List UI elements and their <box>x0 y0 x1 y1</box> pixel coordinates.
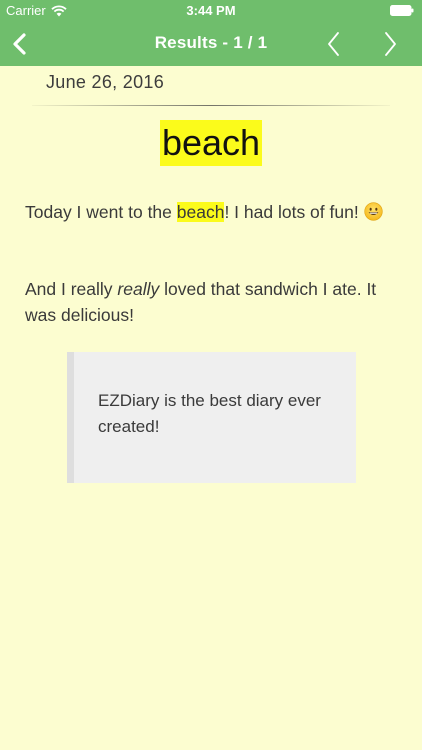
quote-text: EZDiary is the best diary ever created! <box>98 391 321 436</box>
navigation-bar: Results - 1 / 1 <box>0 22 422 66</box>
blockquote: EZDiary is the best diary ever created! <box>67 352 356 483</box>
paragraph-text: And I really <box>25 279 118 299</box>
status-time: 3:44 PM <box>186 3 236 18</box>
next-result-button[interactable] <box>372 26 408 62</box>
search-term: beach <box>159 120 263 166</box>
chevron-right-icon <box>385 32 396 56</box>
previous-result-button[interactable] <box>316 26 352 62</box>
emphasis-text: really <box>117 279 160 299</box>
paragraph-text: Today I went to the <box>25 202 177 222</box>
entry-paragraph-1: Today I went to the beach! I had lots of… <box>25 199 405 225</box>
status-bar: Carrier 3:44 PM <box>0 0 422 22</box>
top-bar: Carrier 3:44 PM Results - 1 / 1 <box>0 0 422 66</box>
page-title: Results - 1 / 1 <box>154 33 268 52</box>
entry-paragraph-2: And I really really loved that sandwich … <box>25 276 405 328</box>
smiley-emoji-icon <box>363 202 383 221</box>
entry-date: June 26, 2016 <box>46 72 164 92</box>
highlighted-match: beach <box>176 202 225 222</box>
divider <box>32 105 390 106</box>
battery-icon <box>390 5 414 16</box>
search-term-heading: beach <box>0 120 422 166</box>
chevron-left-icon <box>328 32 339 56</box>
diary-search-results-screen: Carrier 3:44 PM Results - 1 / 1 June 26,… <box>0 0 422 750</box>
paragraph-text: ! I had lots of fun! <box>224 202 364 222</box>
